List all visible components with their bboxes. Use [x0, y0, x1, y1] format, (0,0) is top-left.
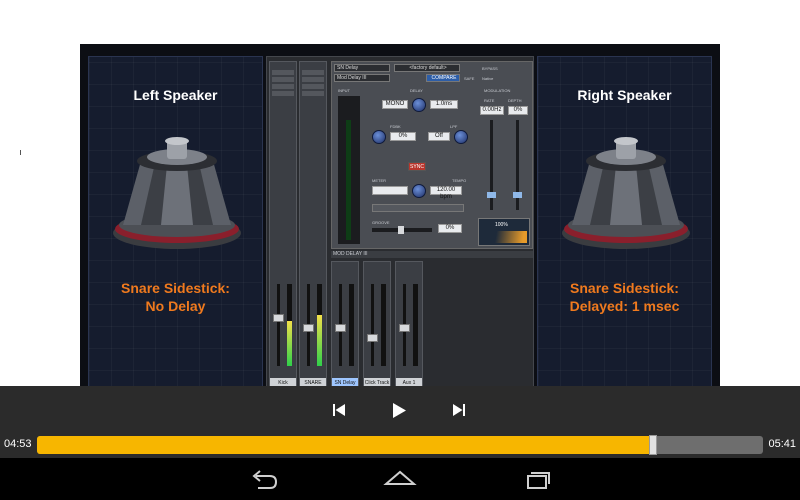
left-speaker-panel: Left Speaker Snare Sidestick: No Delay	[88, 56, 263, 394]
seek-bar-thumb[interactable]	[649, 435, 657, 455]
insert-slot[interactable]	[302, 77, 324, 82]
skip-previous-icon[interactable]	[332, 403, 346, 417]
insert-slot[interactable]	[272, 84, 294, 89]
left-caption-line1: Snare Sidestick:	[121, 280, 230, 296]
play-icon[interactable]	[391, 402, 407, 419]
seek-bar[interactable]	[37, 435, 763, 455]
stray-mark	[20, 150, 21, 155]
fader-cap[interactable]	[335, 324, 346, 332]
tempo-label: TEMPO	[452, 178, 467, 183]
right-speaker-caption: Snare Sidestick: Delayed: 1 msec	[538, 279, 711, 315]
right-speaker-image	[562, 137, 690, 249]
volume-fader[interactable]	[371, 284, 374, 366]
rate-value[interactable]: 0.00Hz	[480, 106, 504, 115]
back-icon[interactable]	[246, 468, 282, 492]
sync-button[interactable]: SYNC	[408, 162, 426, 171]
fader-cap[interactable]	[367, 334, 378, 342]
mixer-strip: Kick	[269, 61, 297, 391]
current-time: 04:53	[4, 438, 32, 450]
insert-slot[interactable]	[302, 91, 324, 96]
note-value-buttons[interactable]	[372, 204, 464, 212]
tempo-knob[interactable]	[412, 184, 426, 198]
bypass-label[interactable]: BYPASS	[482, 66, 498, 71]
seek-bar-progress	[37, 436, 653, 454]
level-meter-fill	[317, 315, 322, 366]
input-section-label: INPUT	[338, 88, 350, 93]
mod-delay-plugin-window: SN Delay <factory default> Mod Delay III…	[331, 61, 533, 249]
insert-slot[interactable]	[272, 70, 294, 75]
delay-value[interactable]: 1.0ms	[430, 100, 458, 109]
lpf-label: LPF	[450, 124, 458, 129]
level-meter	[349, 284, 354, 366]
level-meter	[287, 284, 292, 366]
left-speaker-caption: Snare Sidestick: No Delay	[89, 279, 262, 315]
volume-fader[interactable]	[277, 284, 280, 366]
safe-label[interactable]: SAFE	[464, 76, 474, 81]
mixer-strip: SN Delay	[331, 261, 359, 391]
depth-label: DEPTH	[508, 98, 522, 103]
groove-label: GROOVE	[372, 220, 390, 225]
depth-value[interactable]: 0%	[508, 106, 528, 115]
fader-cap[interactable]	[399, 324, 410, 332]
level-meter	[381, 284, 386, 366]
insert-slot[interactable]	[302, 84, 324, 89]
fader-cap[interactable]	[273, 314, 284, 322]
insert-slot[interactable]	[302, 70, 324, 75]
right-caption-line1: Snare Sidestick:	[570, 280, 679, 296]
right-caption-line2: Delayed: 1 msec	[569, 298, 680, 314]
skip-next-icon[interactable]	[452, 403, 466, 417]
rate-slider[interactable]	[487, 120, 496, 210]
level-meter-fill	[287, 321, 292, 366]
groove-slider[interactable]	[372, 226, 432, 234]
native-label: Native	[482, 76, 494, 81]
mono-button[interactable]: MONO	[382, 100, 408, 109]
delay-section-label: DELAY	[410, 88, 423, 93]
home-icon[interactable]	[382, 468, 418, 492]
input-meter	[338, 96, 360, 244]
fdbk-knob[interactable]	[372, 130, 386, 144]
rate-label: RATE	[484, 98, 495, 103]
insert-slot[interactable]	[272, 91, 294, 96]
right-speaker-panel: Right Speaker Snare Sidestick: Delayed: …	[537, 56, 712, 394]
meter-value[interactable]	[372, 186, 408, 195]
fader-cap[interactable]	[303, 324, 314, 332]
mixer-strip: SNARE	[299, 61, 327, 391]
level-meter	[317, 284, 322, 366]
pro-tools-mixer: Kick SNARE SN Delay Click Track Aux 1 SN Del…	[266, 56, 534, 394]
total-time: 05:41	[768, 438, 796, 450]
delay-knob[interactable]	[412, 98, 426, 112]
insert-field[interactable]: Mod Delay III	[334, 74, 390, 82]
plugin-name-field[interactable]: SN Delay	[334, 64, 390, 72]
fdbk-value[interactable]: 0%	[390, 132, 416, 141]
mixer-strip: Aux 1	[395, 261, 423, 391]
depth-slider[interactable]	[513, 120, 522, 210]
left-speaker-image	[113, 137, 241, 249]
screen: Left Speaker Snare Sidestick: No Delay K…	[0, 0, 800, 500]
mix-value: 100%	[495, 222, 508, 228]
preset-field[interactable]: <factory default>	[394, 64, 460, 72]
video-frame[interactable]: Left Speaker Snare Sidestick: No Delay K…	[80, 44, 720, 405]
insert-slot[interactable]	[272, 77, 294, 82]
mix-display: 100%	[478, 218, 530, 246]
recent-apps-icon[interactable]	[518, 468, 554, 492]
playback-controls: 04:53 05:41	[0, 386, 800, 458]
modulation-section-label: MODULATION	[484, 88, 511, 93]
lpf-value[interactable]: Off	[428, 132, 450, 141]
left-caption-line2: No Delay	[145, 298, 206, 314]
right-speaker-title: Right Speaker	[577, 87, 672, 103]
plugin-footer-label: MOD DELAY III	[331, 251, 533, 258]
mixer-strip: Click Track	[363, 261, 391, 391]
groove-value[interactable]: 0%	[438, 224, 462, 233]
fdbk-label: FDBK	[390, 124, 401, 129]
compare-button[interactable]: COMPARE	[426, 74, 460, 82]
system-navigation-bar	[0, 458, 800, 500]
meter-label: METER	[372, 178, 386, 183]
tempo-value[interactable]: 120.00 bpm	[430, 186, 462, 200]
level-meter	[413, 284, 418, 366]
left-speaker-title: Left Speaker	[133, 87, 218, 103]
lpf-knob[interactable]	[454, 130, 468, 144]
